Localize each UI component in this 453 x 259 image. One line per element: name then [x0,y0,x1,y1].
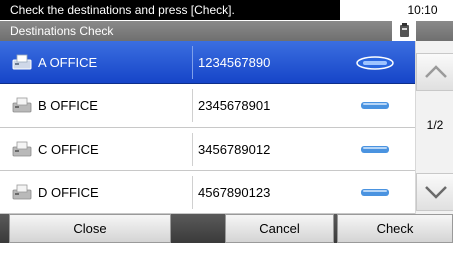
destination-number: 3456789012 [198,142,271,157]
destination-row-d[interactable]: D OFFICE 4567890123 [0,171,415,214]
scroll-up-button[interactable] [416,53,453,91]
check-badge-icon [355,56,395,70]
destination-name: B OFFICE [38,98,98,113]
fax-machine-icon [12,96,32,114]
scroll-down-button[interactable] [416,173,453,211]
device-icon [392,21,416,41]
check-badge-icon [355,99,395,113]
destination-row-a[interactable]: A OFFICE 1234567890 [0,41,415,84]
message-gap [340,0,392,20]
check-badge-icon [355,143,395,157]
fax-machine-icon [12,140,32,158]
destination-row-c[interactable]: C OFFICE 3456789012 [0,128,415,171]
destination-name: D OFFICE [38,185,99,200]
column-divider [192,89,193,122]
chevron-up-icon [425,65,447,78]
scroll-column: 1/2 [415,41,453,214]
bottom-bar: Close Cancel Check [0,214,453,259]
instruction-message: Check the destinations and press [Check]… [0,0,340,20]
screen-title: Destinations Check [10,24,114,38]
column-divider [192,176,193,209]
destination-list: A OFFICE 1234567890 B OFFICE 2345678901 … [0,41,415,214]
check-button[interactable]: Check [337,214,453,243]
destination-number: 2345678901 [198,98,271,113]
fax-machine-icon [12,53,32,71]
title-bar: Destinations Check [0,21,453,41]
column-divider [192,133,193,166]
fax-machine-icon [12,183,32,201]
close-button[interactable]: Close [9,214,171,243]
destination-name: C OFFICE [38,142,99,157]
chevron-down-icon [425,186,447,199]
destination-number: 1234567890 [198,55,271,70]
cancel-button[interactable]: Cancel [225,214,334,243]
destinations-check-screen: Check the destinations and press [Check]… [0,0,453,259]
column-divider [192,46,193,79]
message-bar: Check the destinations and press [Check]… [0,0,453,21]
destination-number: 4567890123 [198,185,271,200]
page-indicator: 1/2 [426,118,444,132]
clock: 10:10 [392,0,453,20]
destination-row-b[interactable]: B OFFICE 2345678901 [0,84,415,128]
destination-name: A OFFICE [38,55,98,70]
check-badge-icon [355,186,395,200]
